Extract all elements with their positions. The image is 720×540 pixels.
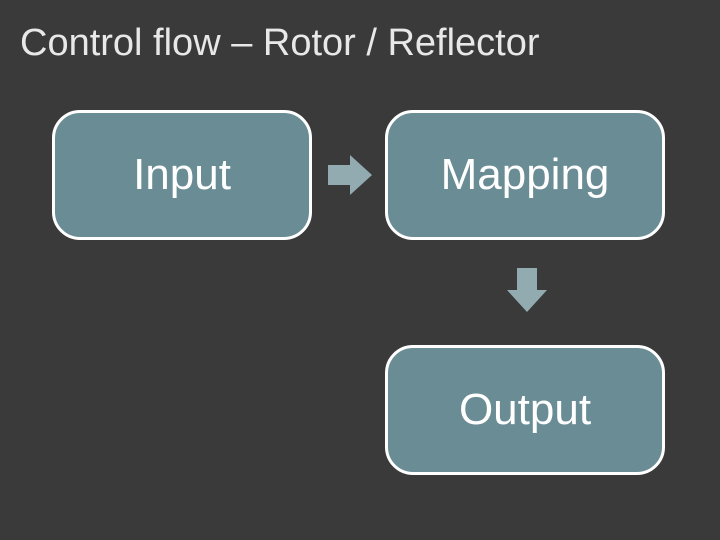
box-output-label: Output [459, 385, 591, 435]
box-output: Output [385, 345, 665, 475]
box-input: Input [52, 110, 312, 240]
slide-title: Control flow – Rotor / Reflector [20, 22, 540, 65]
box-mapping-label: Mapping [441, 150, 610, 200]
box-mapping: Mapping [385, 110, 665, 240]
box-input-label: Input [133, 150, 231, 200]
